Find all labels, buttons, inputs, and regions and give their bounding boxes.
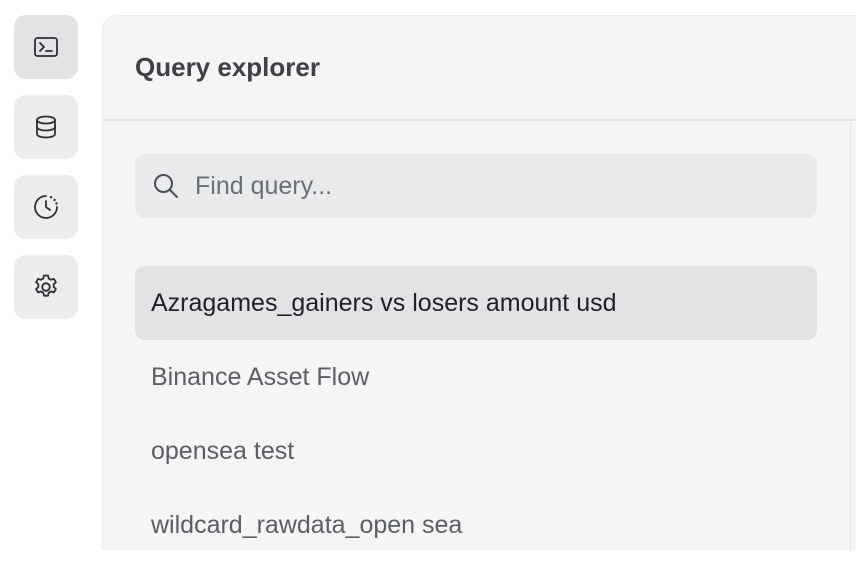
query-item-binance[interactable]: Binance Asset Flow bbox=[135, 340, 817, 414]
database-icon bbox=[36, 115, 56, 139]
terminal-button[interactable] bbox=[14, 15, 78, 79]
panel-header: Query explorer bbox=[103, 16, 856, 121]
query-explorer-panel: Query explorer Azragames_gainers vs lose… bbox=[102, 15, 856, 552]
history-button[interactable] bbox=[14, 175, 78, 239]
terminal-icon bbox=[34, 37, 58, 57]
query-list: Azragames_gainers vs losers amount usd B… bbox=[135, 266, 817, 562]
database-button[interactable] bbox=[14, 95, 78, 159]
panel-divider bbox=[850, 122, 851, 552]
search-box[interactable] bbox=[135, 154, 817, 218]
settings-button[interactable] bbox=[14, 255, 78, 319]
gear-icon bbox=[35, 274, 57, 297]
history-icon bbox=[34, 195, 58, 219]
query-item-opensea-test[interactable]: opensea test bbox=[135, 414, 817, 488]
query-item-wildcard[interactable]: wildcard_rawdata_open sea bbox=[135, 488, 817, 562]
panel-title: Query explorer bbox=[135, 52, 320, 82]
sidebar-rail bbox=[0, 0, 102, 550]
search-input[interactable] bbox=[181, 154, 817, 218]
query-item-azragames[interactable]: Azragames_gainers vs losers amount usd bbox=[135, 266, 817, 340]
search-icon bbox=[154, 174, 178, 198]
